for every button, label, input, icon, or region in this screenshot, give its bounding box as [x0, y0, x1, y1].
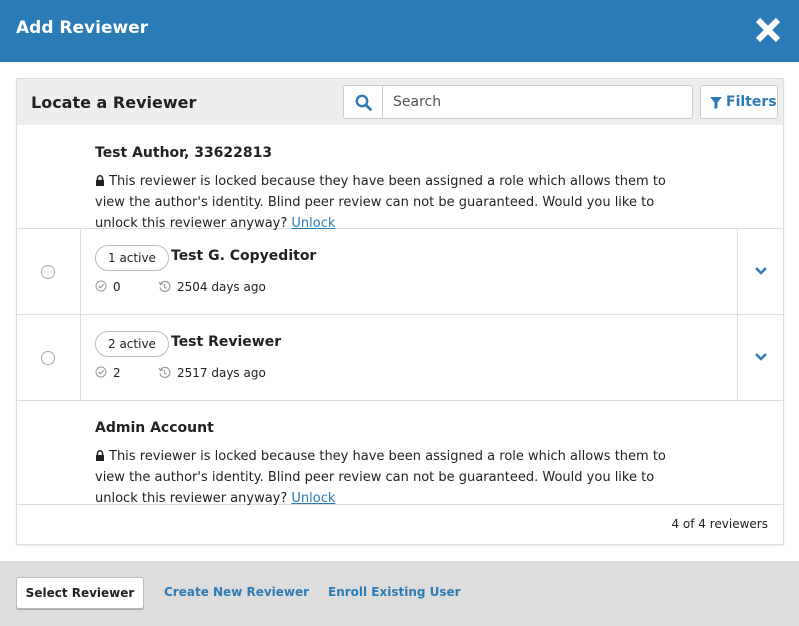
lock-icon: [96, 450, 104, 461]
panel-footer: 4 of 4 reviewers: [17, 505, 783, 544]
select-reviewer-button[interactable]: Select Reviewer: [16, 577, 144, 609]
lock-message-text: This reviewer is locked because they hav…: [95, 449, 666, 506]
reviewer-row: 2 active Test Reviewer 2 2517 days ago: [17, 315, 783, 401]
check-circle-icon: [95, 366, 107, 378]
reviewer-count: 4 of 4 reviewers: [671, 517, 768, 531]
panel-title: Locate a Reviewer: [31, 93, 197, 112]
completed-count: 0: [113, 280, 121, 294]
reviewer-name: Test Author, 33622813: [95, 145, 273, 161]
select-reviewer-radio[interactable]: [41, 265, 55, 279]
reviewer-name: Test G. Copyeditor: [171, 248, 317, 264]
lock-icon: [96, 175, 104, 186]
check-circle-icon: [95, 280, 107, 292]
reviewer-row: 1 active Test G. Copyeditor 0 2504 days …: [17, 229, 783, 315]
create-new-reviewer-link[interactable]: Create New Reviewer: [164, 585, 309, 599]
modal-footer: Select Reviewer Create New Reviewer Enro…: [0, 561, 799, 626]
select-reviewer-radio[interactable]: [41, 351, 55, 365]
close-button[interactable]: [754, 16, 782, 44]
locate-reviewer-panel: Locate a Reviewer Filters Test Author, 3…: [16, 78, 784, 545]
lock-message: This reviewer is locked because they hav…: [95, 446, 695, 509]
close-icon: [755, 17, 781, 43]
completed-count: 2: [113, 366, 121, 380]
filter-icon: [710, 97, 722, 109]
history-icon: [158, 280, 171, 292]
panel-header: Locate a Reviewer Filters: [17, 79, 783, 125]
chevron-down-icon: [755, 353, 767, 361]
search-button[interactable]: [343, 85, 383, 119]
expand-button[interactable]: [737, 229, 783, 314]
radio-cell: [17, 229, 81, 314]
reviewer-name: Test Reviewer: [171, 334, 282, 350]
add-reviewer-modal: Add Reviewer Locate a Reviewer Filters: [0, 0, 799, 626]
modal-header: Add Reviewer: [0, 0, 799, 62]
lock-message: This reviewer is locked because they hav…: [95, 171, 695, 234]
filters-label: Filters: [726, 94, 777, 110]
history-icon: [158, 366, 171, 378]
expand-button[interactable]: [737, 315, 783, 400]
enroll-existing-user-link[interactable]: Enroll Existing User: [328, 585, 461, 599]
search-input[interactable]: [382, 85, 693, 119]
active-badge: 1 active: [95, 245, 169, 271]
search-icon: [355, 94, 372, 111]
last-activity: 2504 days ago: [177, 280, 266, 294]
radio-cell: [17, 315, 81, 400]
active-badge: 2 active: [95, 331, 169, 357]
reviewer-row-locked: Test Author, 33622813 This reviewer is l…: [17, 125, 783, 231]
modal-title: Add Reviewer: [16, 18, 149, 38]
reviewer-name: Admin Account: [95, 420, 214, 436]
chevron-down-icon: [755, 267, 767, 275]
reviewer-row-locked: Admin Account This reviewer is locked be…: [17, 401, 783, 506]
filters-button[interactable]: Filters: [700, 85, 778, 119]
unlock-link[interactable]: Unlock: [291, 491, 335, 506]
last-activity: 2517 days ago: [177, 366, 266, 380]
lock-message-text: This reviewer is locked because they hav…: [95, 174, 666, 231]
